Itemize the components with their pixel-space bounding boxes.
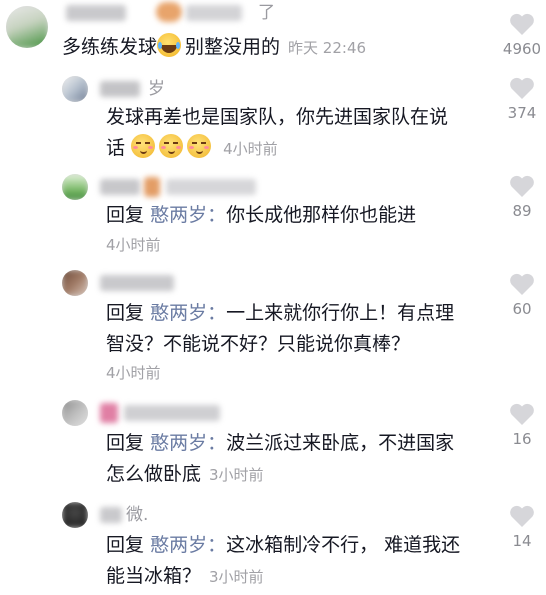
mention-link[interactable]: 憨两岁： [150,302,226,324]
reply-label: 回复 [106,204,145,226]
mention-link[interactable]: 憨两岁： [150,432,226,454]
timestamp: 3小时前 [209,466,264,484]
like-count: 60 [512,300,532,318]
heart-icon [510,505,534,527]
like-button[interactable]: 16 [492,402,546,448]
comment-text: 多练练发球 别整没用的 昨天 22:46 [62,32,492,64]
like-button[interactable]: 14 [492,504,546,550]
like-count: 16 [512,430,532,448]
like-button[interactable]: 60 [492,272,546,318]
avatar[interactable] [62,502,88,528]
mention-link[interactable]: 憨两岁： [150,534,226,556]
reply-label: 回复 [106,432,145,454]
sly-smile-emoji-icon [159,134,184,158]
heart-icon [510,175,534,197]
username-fragment: 了 [258,3,275,23]
timestamp: 昨天 22:46 [288,39,367,57]
avatar[interactable] [62,76,88,102]
like-button[interactable]: 4960 [492,12,546,58]
avatar[interactable] [62,270,88,296]
like-count: 4960 [502,40,542,58]
laughing-tears-emoji-icon [157,33,182,57]
comment-text: 发球再差也是国家队，你先进国家队在说 话 4小时前 [106,106,449,159]
like-count: 89 [512,202,532,220]
like-button[interactable]: 89 [492,174,546,220]
avatar[interactable] [6,6,48,48]
timestamp: 3小时前 [209,568,264,586]
comment-text: 回复 憨两岁：波兰派过来卧底，不进国家 怎么做卧底 3小时前 [106,432,455,485]
avatar[interactable] [62,400,88,426]
like-count: 374 [507,104,537,122]
avatar[interactable] [62,174,88,200]
username[interactable] [96,176,276,198]
like-count: 14 [512,532,532,550]
mention-link[interactable]: 憨两岁： [150,204,226,226]
comment-text: 回复 憨两岁：你长成他那样你也能进 [106,204,417,226]
username-fragment: 微. [126,505,149,525]
sly-smile-emoji-icon [187,134,212,158]
sly-smile-emoji-icon [131,134,156,158]
username[interactable]: 了 [60,2,275,24]
username[interactable] [96,272,216,294]
comment-text: 回复 憨两岁：一上来就你行你上！有点理 智没？不能说不好？只能说你真棒？ [106,302,455,355]
username[interactable]: 岁 [96,78,216,100]
heart-icon [510,403,534,425]
heart-icon [510,273,534,295]
comment-text: 回复 憨两岁：这冰箱制冷不行， 难道我还 能当冰箱？ 3小时前 [106,534,461,587]
timestamp: 4小时前 [106,236,161,254]
reply-label: 回复 [106,302,145,324]
username[interactable] [96,402,236,424]
username-fragment: 岁 [148,79,165,99]
timestamp: 4小时前 [223,140,278,158]
timestamp: 4小时前 [106,364,161,382]
username[interactable]: 微. [96,504,216,526]
like-button[interactable]: 374 [492,76,546,122]
heart-icon [510,77,534,99]
reply-label: 回复 [106,534,145,556]
heart-icon [510,13,534,35]
